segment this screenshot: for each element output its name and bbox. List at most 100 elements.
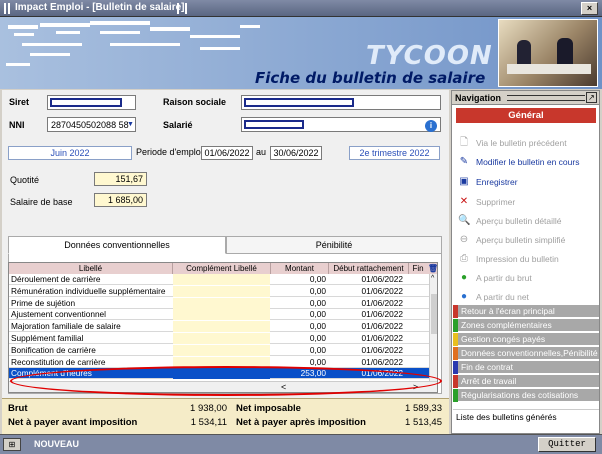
- net-apres-label: Net à payer après imposition: [236, 417, 366, 428]
- quotite-field[interactable]: 151,67: [94, 172, 147, 186]
- cell-debut[interactable]: 01/06/2022: [329, 321, 405, 332]
- table-row[interactable]: Prime de sujétion 0,00 01/06/2022: [9, 297, 429, 309]
- preview-icon: 🔍: [458, 215, 471, 226]
- table-row[interactable]: Rémunération individuelle supplémentaire…: [9, 285, 429, 297]
- raison-sociale-label: Raison sociale: [163, 97, 227, 107]
- scroll-up-icon[interactable]: ^: [431, 275, 434, 282]
- siret-field[interactable]: [47, 95, 136, 110]
- cell-debut[interactable]: 01/06/2022: [329, 286, 405, 297]
- vertical-scrollbar[interactable]: ^: [429, 274, 437, 381]
- cell-libelle[interactable]: Reconstitution de carrière: [11, 357, 171, 368]
- cell-libelle[interactable]: Ajustement conventionnel: [11, 309, 171, 320]
- cell-montant[interactable]: 0,00: [271, 274, 328, 285]
- raison-sociale-field[interactable]: [241, 95, 441, 110]
- color-swatch: [453, 347, 458, 360]
- banner-photo: [498, 19, 598, 87]
- period-start-field[interactable]: 01/06/2022: [201, 146, 253, 160]
- cell-debut[interactable]: 01/06/2022: [329, 274, 405, 285]
- color-swatch: [453, 333, 458, 346]
- cell-montant[interactable]: 0,00: [271, 333, 328, 344]
- cell-libelle[interactable]: Rémunération individuelle supplémentaire: [11, 286, 171, 297]
- scroll-thumb[interactable]: [431, 294, 437, 334]
- cell-debut[interactable]: 01/06/2022: [329, 309, 405, 320]
- cell-montant[interactable]: 0,00: [271, 321, 328, 332]
- delete-icon: ✕: [459, 196, 469, 207]
- cell-montant[interactable]: 0,00: [271, 286, 328, 297]
- zoom-icon: ⊖: [459, 234, 469, 245]
- period-end-field[interactable]: 30/06/2022: [270, 146, 322, 160]
- col-header[interactable]: Montant: [271, 263, 329, 274]
- net-avant-value: 1 534,11: [190, 417, 227, 428]
- net-avant-label: Net à payer avant imposition: [8, 417, 138, 428]
- nni-select[interactable]: 2870450502088 58 ▼: [47, 117, 136, 132]
- table-row[interactable]: Majoration familiale de salaire 0,00 01/06…: [9, 321, 429, 333]
- tab-general[interactable]: Général: [456, 108, 596, 123]
- salarie-field[interactable]: i: [241, 117, 441, 132]
- nav-section[interactable]: Gestion congés payés: [453, 333, 599, 346]
- nav-section[interactable]: Fin de contrat: [453, 361, 599, 374]
- document-icon: 🗋: [459, 137, 469, 148]
- cell-complement[interactable]: [173, 285, 270, 297]
- cell-libelle[interactable]: Prime de sujétion: [11, 298, 171, 309]
- cell-complement[interactable]: [173, 309, 270, 321]
- cell-libelle[interactable]: Majoration familiale de salaire: [11, 321, 171, 332]
- highlight-ellipse: [10, 366, 442, 396]
- tab-penibilite[interactable]: Pénibilité: [226, 236, 442, 254]
- page-title: Fiche du bulletin de salaire: [255, 69, 486, 87]
- table-row[interactable]: Supplément familial 0,00 01/06/2022: [9, 333, 429, 344]
- cell-complement[interactable]: [173, 321, 270, 333]
- period-month[interactable]: Juin 2022: [8, 146, 132, 160]
- col-header[interactable]: Complément Libellé: [173, 263, 271, 274]
- nav-section[interactable]: Zones complémentaires: [453, 319, 599, 332]
- color-swatch: [453, 305, 458, 318]
- status-bar: ⊞ NOUVEAU Quitter: [0, 434, 602, 454]
- brand-logo: TYCOON: [366, 41, 493, 71]
- col-header[interactable]: Fin: [409, 263, 427, 274]
- cell-libelle[interactable]: Bonification de carrière: [11, 345, 171, 356]
- cell-complement[interactable]: [173, 274, 270, 285]
- col-header[interactable]: Libellé: [9, 263, 173, 274]
- salarie-label: Salarié: [163, 120, 193, 130]
- table-row[interactable]: Ajustement conventionnel 0,00 01/06/2022: [9, 309, 429, 321]
- quit-button[interactable]: Quitter: [538, 437, 596, 452]
- cell-debut[interactable]: 01/06/2022: [329, 357, 405, 368]
- grip-icon: [4, 3, 10, 14]
- cell-montant[interactable]: 0,00: [271, 298, 328, 309]
- nav-section[interactable]: Arrêt de travail: [453, 375, 599, 388]
- title-bar: Impact Emploi - [Bulletin de salaire] ×: [0, 0, 602, 17]
- nav-section[interactable]: Retour à l'écran principal: [453, 305, 599, 318]
- net-imposable-label: Net imposable: [236, 403, 301, 414]
- cell-montant[interactable]: 0,00: [271, 309, 328, 320]
- nav-section[interactable]: Données conventionnelles,Pénibilité: [453, 347, 599, 360]
- color-swatch: [453, 375, 458, 388]
- pin-icon[interactable]: ↗: [586, 92, 597, 103]
- info-icon[interactable]: i: [425, 120, 437, 132]
- list-bulletins-link[interactable]: Liste des bulletins générés: [453, 409, 599, 423]
- cell-complement[interactable]: [173, 297, 270, 309]
- grid-header: Libellé Complément Libellé Montant Début…: [9, 263, 437, 274]
- salaire-base-field[interactable]: 1 685,00: [94, 193, 147, 207]
- color-swatch: [453, 319, 458, 332]
- cell-libelle[interactable]: Déroulement de carrière: [11, 274, 171, 285]
- quotite-label: Quotité: [10, 175, 40, 185]
- trash-icon[interactable]: 🗑: [427, 263, 437, 274]
- cell-debut[interactable]: 01/06/2022: [329, 298, 405, 309]
- navigation-panel: Navigation ↗ Général 🗋 Via le bulletin pr…: [451, 90, 600, 434]
- table-row[interactable]: Bonification de carrière 0,00 01/06/2022: [9, 344, 429, 356]
- tab-donnees-conventionnelles[interactable]: Données conventionnelles: [8, 236, 226, 254]
- cell-complement[interactable]: [173, 344, 270, 356]
- brut-value: 1 938,00: [190, 403, 227, 414]
- col-header[interactable]: Début rattachement: [329, 263, 409, 274]
- nav-section[interactable]: Régularisations des cotisations: [453, 389, 599, 402]
- net-apres-value: 1 513,45: [405, 417, 442, 428]
- cell-debut[interactable]: 01/06/2022: [329, 345, 405, 356]
- quarter-field[interactable]: 2e trimestre 2022: [349, 146, 440, 160]
- cell-montant[interactable]: 0,00: [271, 345, 328, 356]
- cell-debut[interactable]: 01/06/2022: [329, 333, 405, 344]
- cell-libelle[interactable]: Supplément familial: [11, 333, 171, 344]
- table-row[interactable]: Déroulement de carrière 0,00 01/06/2022: [9, 274, 429, 285]
- chevron-down-icon[interactable]: ▼: [126, 119, 135, 130]
- siret-label: Siret: [9, 97, 30, 107]
- cell-complement[interactable]: [173, 333, 270, 344]
- close-button[interactable]: ×: [581, 2, 598, 15]
